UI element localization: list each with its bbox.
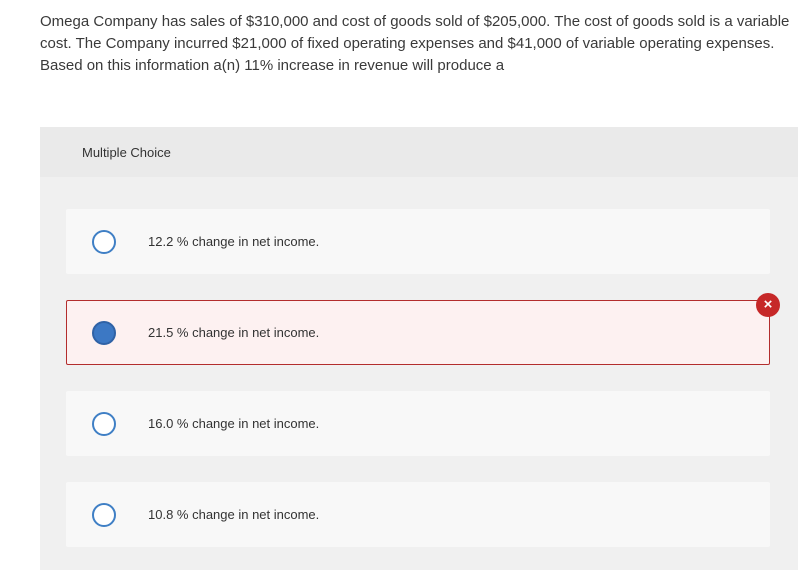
radio-button[interactable] bbox=[92, 412, 116, 436]
multiple-choice-header: Multiple Choice bbox=[40, 127, 798, 177]
radio-button[interactable] bbox=[92, 503, 116, 527]
radio-button[interactable] bbox=[92, 230, 116, 254]
answer-option-3[interactable]: 16.0 % change in net income. bbox=[66, 391, 770, 456]
answer-option-2-selected-incorrect[interactable]: 21.5 % change in net income. bbox=[66, 300, 770, 365]
question-text: Omega Company has sales of $310,000 and … bbox=[40, 13, 790, 74]
incorrect-x-icon: × bbox=[756, 293, 780, 317]
radio-button-checked[interactable] bbox=[92, 321, 116, 345]
answer-option-1[interactable]: 12.2 % change in net income. bbox=[66, 209, 770, 274]
answer-option-label: 21.5 % change in net income. bbox=[148, 325, 320, 340]
answer-option-label: 12.2 % change in net income. bbox=[148, 234, 320, 249]
multiple-choice-panel: Multiple Choice 12.2 % change in net inc… bbox=[40, 127, 798, 570]
answer-option-4[interactable]: 10.8 % change in net income. bbox=[66, 482, 770, 547]
answer-option-label: 16.0 % change in net income. bbox=[148, 416, 320, 431]
multiple-choice-title: Multiple Choice bbox=[82, 145, 171, 160]
answer-option-label: 10.8 % change in net income. bbox=[148, 507, 320, 522]
